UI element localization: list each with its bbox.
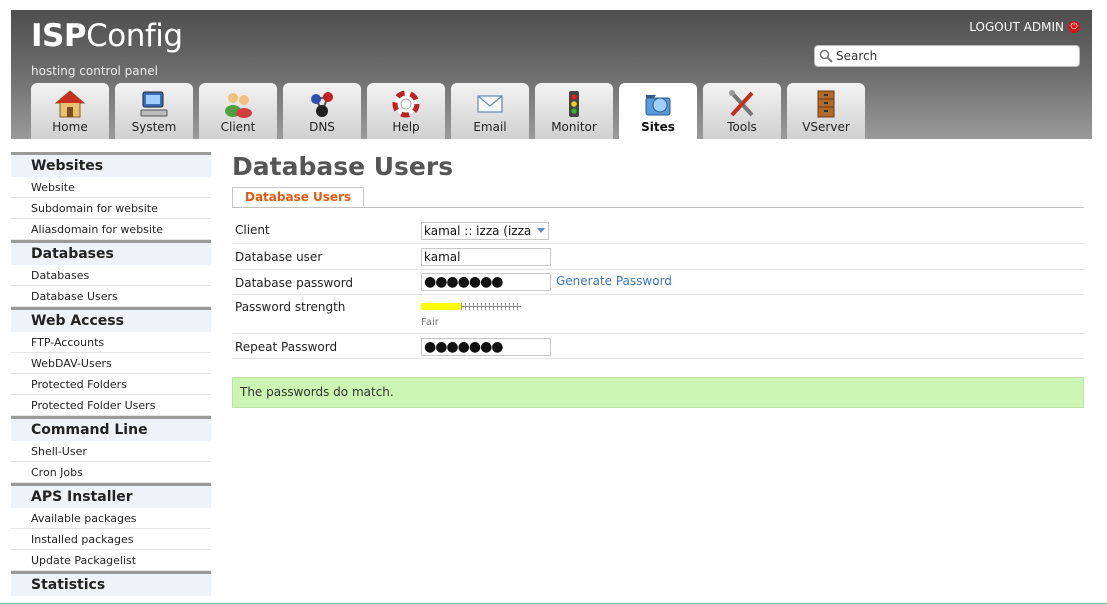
- client-select[interactable]: kamal :: izza (izza: [421, 222, 549, 240]
- tagline: hosting control panel: [31, 64, 158, 78]
- password-match-message: The passwords do match.: [232, 377, 1084, 408]
- tab-label[interactable]: VServer: [787, 120, 865, 134]
- tab-sites[interactable]: Sites: [619, 83, 697, 139]
- sidebar-item-available-packages[interactable]: Available packages: [11, 508, 211, 529]
- password-strength-fill: [421, 303, 461, 310]
- logout-label[interactable]: LOGOUT ADMIN: [969, 20, 1064, 34]
- tab-label[interactable]: Tools: [703, 120, 781, 134]
- database-password-label: Database password: [235, 276, 354, 290]
- sidebar-item-installed-packages[interactable]: Installed packages: [11, 529, 211, 550]
- sidebar-item-database-users[interactable]: Database Users: [11, 286, 211, 307]
- client-select-value: kamal :: izza (izza: [424, 224, 532, 238]
- sidebar-item-protected-folder-users[interactable]: Protected Folder Users: [11, 395, 211, 416]
- tab-label[interactable]: Monitor: [535, 120, 613, 134]
- tab-label[interactable]: DNS: [283, 120, 361, 134]
- client-label: Client: [235, 223, 270, 237]
- chevron-down-icon: [537, 228, 545, 233]
- sidebar-item-webdav-users[interactable]: WebDAV-Users: [11, 353, 211, 374]
- tab-label[interactable]: Client: [199, 120, 277, 134]
- sidebar-item-shell-user[interactable]: Shell-User: [11, 441, 211, 462]
- logout-link[interactable]: LOGOUT ADMIN ⏻: [969, 20, 1080, 34]
- form-row-client: Client kamal :: izza (izza: [232, 218, 1084, 244]
- password-strength-text: Fair: [421, 317, 439, 328]
- repeat-password-label: Repeat Password: [235, 340, 338, 354]
- generate-password-link[interactable]: Generate Password: [556, 274, 672, 288]
- sidebar-section-statistics: Statistics: [11, 571, 211, 596]
- sidebar: Websites Website Subdomain for website A…: [11, 152, 211, 596]
- help-icon: [392, 90, 420, 118]
- sidebar-section-command-line: Command Line: [11, 416, 211, 441]
- database-user-input[interactable]: kamal: [421, 248, 551, 266]
- tab-label[interactable]: Home: [31, 120, 109, 134]
- search-box[interactable]: [814, 45, 1080, 67]
- subtab-database-users[interactable]: Database Users: [232, 187, 365, 207]
- tab-system[interactable]: System: [115, 83, 193, 139]
- tab-email[interactable]: Email: [451, 83, 529, 139]
- form-row-password-strength: Password strength Fair: [232, 295, 1084, 334]
- sidebar-item-update-packagelist[interactable]: Update Packagelist: [11, 550, 211, 571]
- tab-vserver[interactable]: VServer: [787, 83, 865, 139]
- form-row-repeat-password: Repeat Password ●●●●●●●: [232, 334, 1084, 359]
- home-icon: [54, 90, 86, 118]
- password-strength-label: Password strength: [235, 300, 346, 314]
- form-row-database-user: Database user kamal: [232, 244, 1084, 270]
- database-password-input[interactable]: ●●●●●●●: [421, 273, 551, 291]
- email-icon: [477, 95, 503, 113]
- tab-monitor[interactable]: Monitor: [535, 83, 613, 139]
- database-user-label: Database user: [235, 250, 323, 264]
- main-content: Database Users Database Users Client kam…: [232, 150, 1084, 408]
- tab-tools[interactable]: Tools: [703, 83, 781, 139]
- tab-label[interactable]: Help: [367, 120, 445, 134]
- search-icon: [819, 49, 833, 63]
- page-title: Database Users: [232, 152, 454, 181]
- tab-label[interactable]: System: [115, 120, 193, 134]
- sidebar-section-aps-installer: APS Installer: [11, 483, 211, 508]
- client-icon: [225, 93, 252, 118]
- sidebar-item-subdomain[interactable]: Subdomain for website: [11, 198, 211, 219]
- header: ISPConfig hosting control panel LOGOUT A…: [11, 10, 1092, 139]
- tools-icon: [729, 90, 754, 117]
- sites-icon: [645, 95, 671, 116]
- tab-label[interactable]: Sites: [619, 120, 697, 134]
- form-row-database-password: Database password ●●●●●●● Generate Passw…: [232, 270, 1084, 295]
- sidebar-section-databases: Databases: [11, 240, 211, 265]
- vserver-icon: [817, 90, 835, 118]
- search-input[interactable]: [833, 49, 1066, 63]
- tab-client[interactable]: Client: [199, 83, 277, 139]
- sidebar-item-aliasdomain[interactable]: Aliasdomain for website: [11, 219, 211, 240]
- password-strength-meter: [421, 303, 521, 310]
- form: Client kamal :: izza (izza Database user…: [232, 218, 1084, 478]
- logo[interactable]: ISPConfig: [31, 18, 183, 54]
- subtab-bar: Database Users: [232, 187, 1084, 208]
- monitor-icon: [569, 91, 579, 117]
- tab-help[interactable]: Help: [367, 83, 445, 139]
- dns-icon: [311, 92, 333, 117]
- tab-label[interactable]: Email: [451, 120, 529, 134]
- password-strength-ticks: [461, 303, 521, 310]
- sidebar-section-websites: Websites: [11, 152, 211, 177]
- sidebar-item-cron-jobs[interactable]: Cron Jobs: [11, 462, 211, 483]
- sidebar-item-website[interactable]: Website: [11, 177, 211, 198]
- tab-home[interactable]: Home: [31, 83, 109, 139]
- sidebar-item-databases[interactable]: Databases: [11, 265, 211, 286]
- sidebar-section-web-access: Web Access: [11, 307, 211, 332]
- power-icon[interactable]: ⏻: [1068, 21, 1080, 33]
- tab-dns[interactable]: DNS: [283, 83, 361, 139]
- system-icon: [140, 91, 168, 117]
- sidebar-item-protected-folders[interactable]: Protected Folders: [11, 374, 211, 395]
- sidebar-item-ftp-accounts[interactable]: FTP-Accounts: [11, 332, 211, 353]
- repeat-password-input[interactable]: ●●●●●●●: [421, 338, 551, 356]
